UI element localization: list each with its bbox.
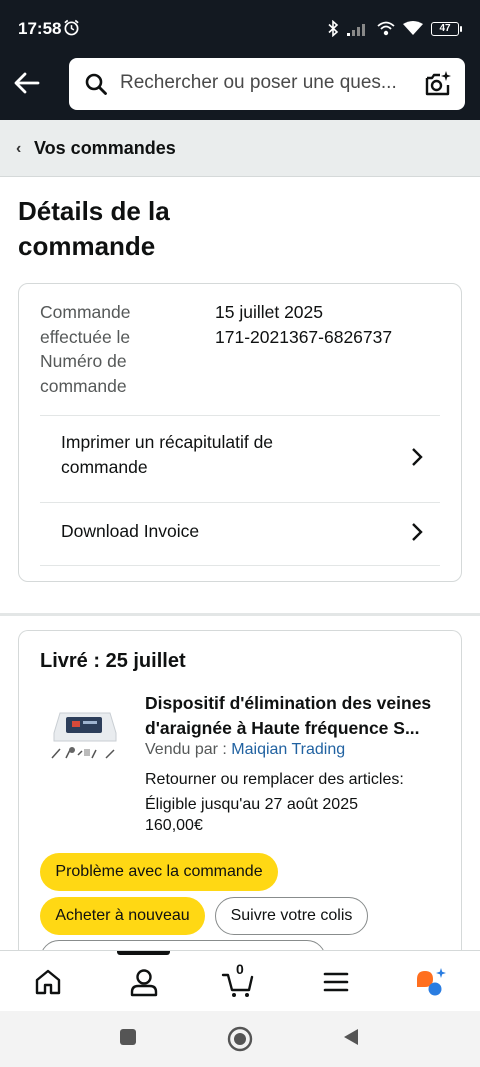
- product-price: 160,00€: [145, 817, 203, 834]
- download-invoice-link[interactable]: Download Invoice: [40, 503, 440, 565]
- active-tab-indicator: [117, 951, 170, 955]
- seller-row: Vendu par : Maiqian Trading: [145, 741, 345, 759]
- app-header: Rechercher ou poser une ques...: [0, 58, 480, 120]
- print-summary-link[interactable]: Imprimer un récapitulatif de commande: [40, 416, 440, 502]
- bottom-nav: 0: [0, 950, 480, 1011]
- order-date-label: Commande effectuée le: [40, 302, 131, 347]
- account-icon[interactable]: [127, 965, 161, 999]
- product-image[interactable]: [50, 703, 118, 763]
- divider: [40, 565, 440, 566]
- recents-icon[interactable]: [118, 1027, 138, 1047]
- breadcrumb-label: Vos commandes: [34, 138, 176, 158]
- menu-icon[interactable]: [319, 965, 353, 999]
- return-line2: Éligible jusqu'au 27 août 2025: [145, 796, 358, 813]
- order-number-label: Numéro de commande: [40, 351, 127, 396]
- back-arrow-icon[interactable]: [12, 68, 42, 98]
- search-input[interactable]: Rechercher ou poser une ques...: [69, 58, 465, 110]
- section-separator: [0, 613, 480, 616]
- buy-again-button[interactable]: Acheter à nouveau: [40, 897, 205, 935]
- delivery-status: Livré : 25 juillet: [40, 650, 186, 672]
- chevron-left-icon: ‹: [16, 140, 22, 157]
- product-title[interactable]: Dispositif d'élimination des veines d'ar…: [145, 691, 445, 741]
- home-icon[interactable]: [31, 965, 65, 999]
- battery-icon: 47: [431, 21, 462, 36]
- wifi-icon: [403, 21, 423, 35]
- product-title-line2: d'araignée à Haute fréquence S...: [145, 718, 420, 738]
- back-button-icon[interactable]: [341, 1027, 361, 1047]
- status-icons: 47: [328, 20, 462, 37]
- seller-link[interactable]: Maiqian Trading: [231, 741, 345, 758]
- download-invoice-label: Download Invoice: [61, 521, 200, 541]
- return-eligibility: Retourner ou remplacer des articles: Éli…: [145, 767, 445, 817]
- order-values: 15 juillet 2025 171-2021367-6826737: [215, 300, 392, 349]
- chevron-right-icon: [412, 448, 423, 466]
- status-time: 17:58: [18, 19, 62, 38]
- breadcrumb[interactable]: ‹ Vos commandes: [0, 120, 480, 177]
- home-button-icon[interactable]: [227, 1026, 253, 1052]
- signal-icon: [347, 23, 365, 36]
- chevron-right-icon: [412, 523, 423, 541]
- battery-level: 47: [431, 21, 459, 36]
- order-labels: Commande effectuée le Numéro de commande: [40, 300, 190, 398]
- shipment-card: Livré : 25 juillet Dispositif d'éliminat…: [18, 630, 462, 990]
- page-title: Détails de la commande: [18, 196, 170, 261]
- print-summary-label: Imprimer un récapitulatif de commande: [61, 432, 274, 477]
- return-line1: Retourner ou remplacer des articles:: [145, 771, 404, 788]
- track-package-button[interactable]: Suivre votre colis: [215, 897, 368, 935]
- order-number-value: 171-2021367-6826737: [215, 326, 393, 347]
- order-date-value: 15 juillet 2025: [215, 302, 323, 322]
- search-icon: [85, 73, 107, 95]
- seller-prefix: Vendu par :: [145, 741, 227, 758]
- status-bar: 17:58 47: [0, 0, 480, 58]
- order-info-card: Commande effectuée le Numéro de commande…: [18, 283, 462, 582]
- wifi-calling-icon: [377, 21, 395, 35]
- bluetooth-icon: [328, 20, 339, 37]
- search-placeholder: Rechercher ou poser une ques...: [120, 72, 397, 93]
- rufus-icon[interactable]: [414, 965, 448, 999]
- camera-search-icon[interactable]: [424, 70, 452, 98]
- problem-with-order-button[interactable]: Problème avec la commande: [40, 853, 278, 891]
- product-title-line1: Dispositif d'élimination des veines: [145, 693, 432, 713]
- alarm-icon: [64, 19, 79, 36]
- system-nav-bar: [0, 1011, 480, 1067]
- cart-count: 0: [236, 961, 244, 977]
